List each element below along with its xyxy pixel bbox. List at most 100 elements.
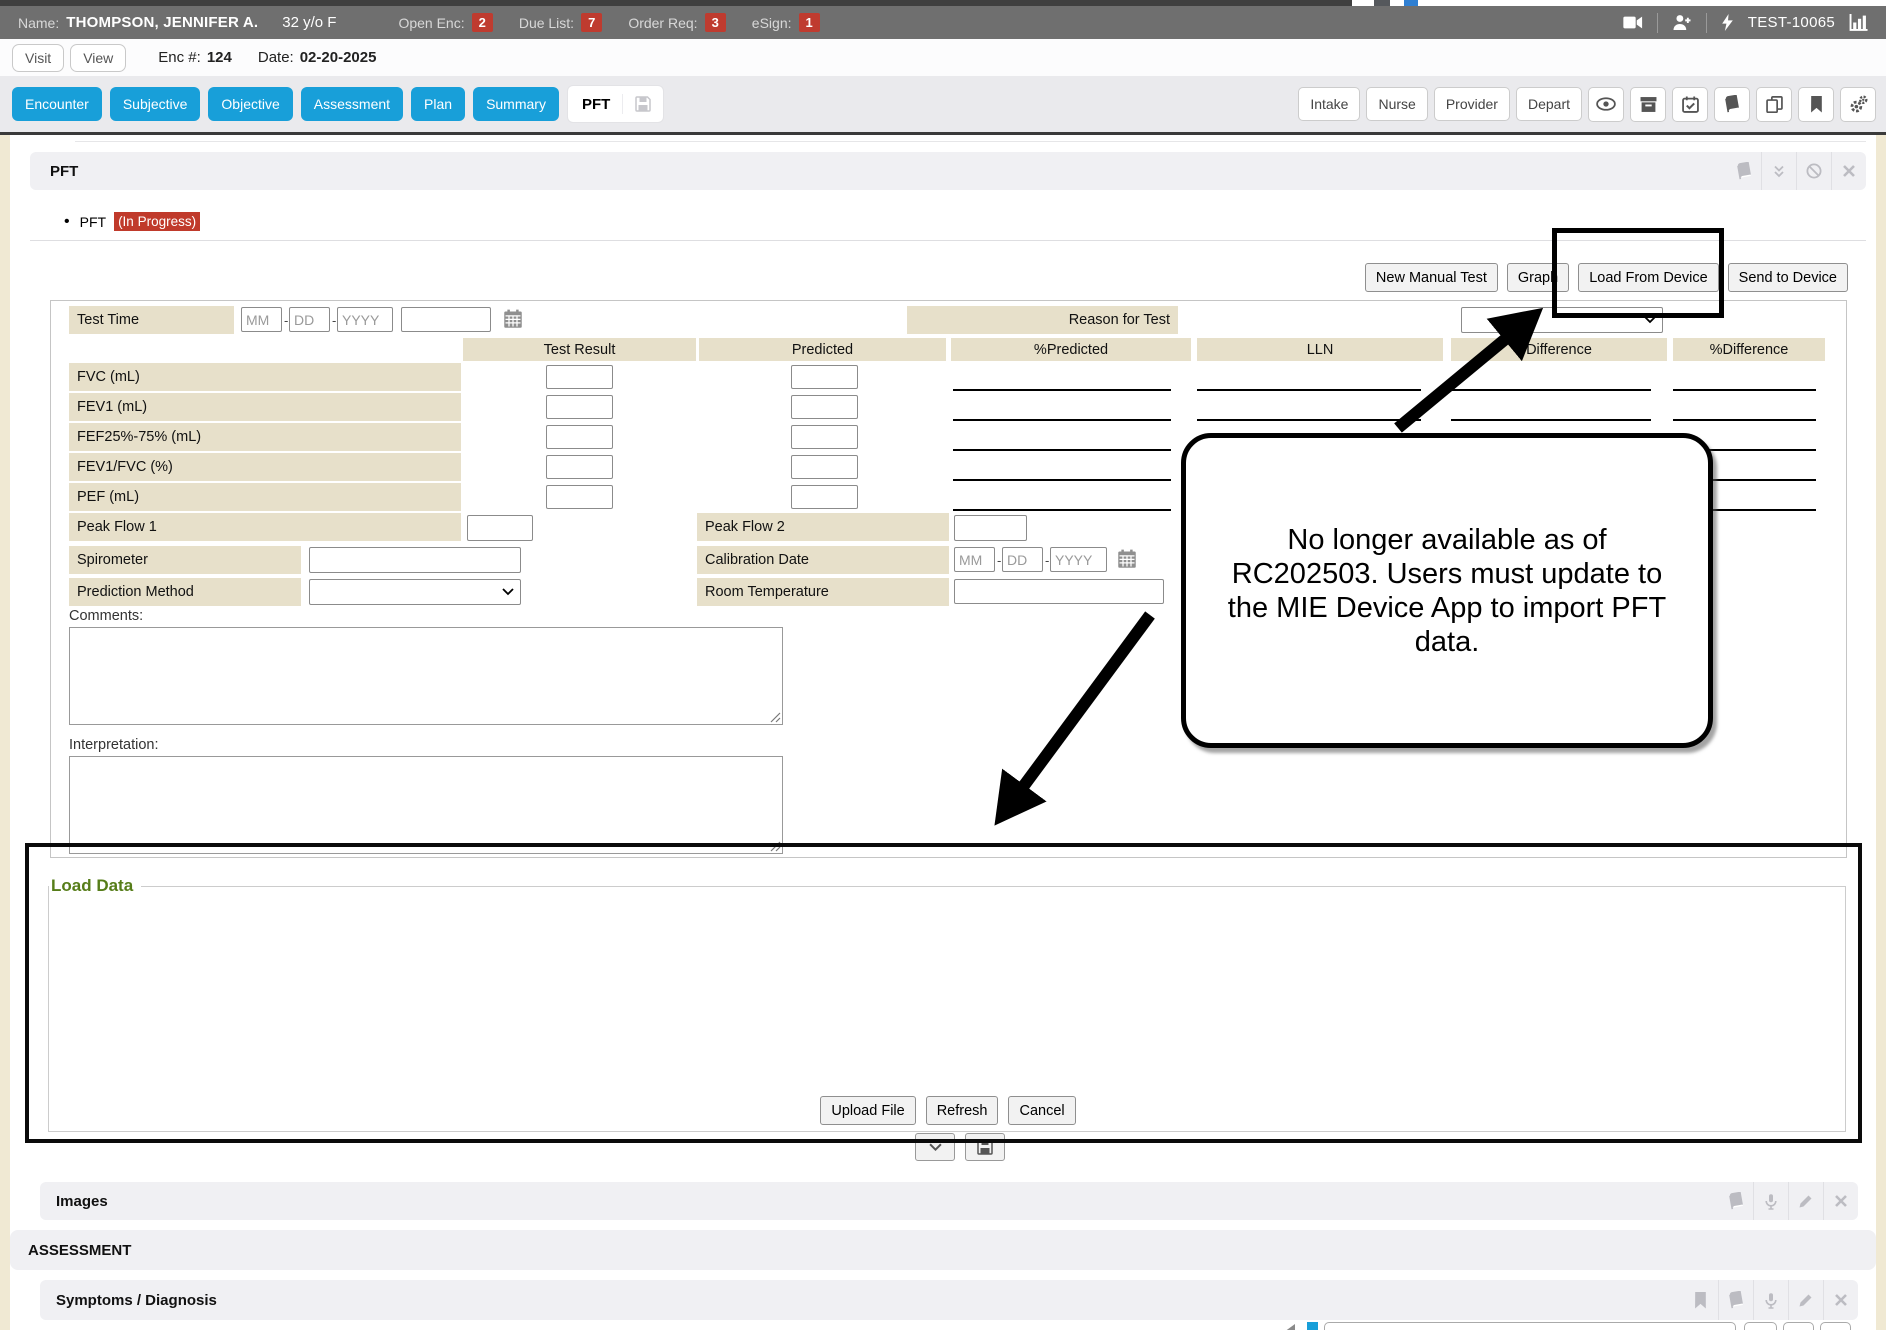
- comments-label: Comments:: [69, 608, 143, 624]
- depart-button[interactable]: Depart: [1516, 87, 1582, 121]
- archive-icon[interactable]: [1630, 87, 1666, 122]
- fef-predicted-input[interactable]: [791, 425, 858, 449]
- provider-button[interactable]: Provider: [1434, 87, 1510, 121]
- esign-group[interactable]: eSign: 1: [752, 13, 820, 32]
- date-dash: -: [332, 313, 336, 328]
- comments-textarea[interactable]: [69, 627, 783, 725]
- open-enc-badge[interactable]: 2: [472, 13, 493, 32]
- fef-test-result-input[interactable]: [546, 425, 613, 449]
- room-temperature-input[interactable]: [954, 579, 1164, 604]
- col-predicted: Predicted: [699, 338, 946, 361]
- scroll-left-arrow[interactable]: [1284, 1324, 1295, 1330]
- add-button[interactable]: +: [1744, 1322, 1777, 1330]
- peak-flow-1-input[interactable]: [467, 515, 533, 541]
- test-time-dd-input[interactable]: [289, 307, 330, 332]
- fvc-test-result-input[interactable]: [546, 365, 613, 389]
- save-tab-icon[interactable]: [622, 94, 663, 114]
- bookmark-icon[interactable]: [1683, 1280, 1718, 1320]
- close-icon[interactable]: [1823, 1280, 1858, 1320]
- bullet-icon: •: [64, 213, 70, 231]
- tab-assessment[interactable]: Assessment: [301, 87, 403, 121]
- microphone-icon[interactable]: [1753, 1280, 1788, 1320]
- calendar-icon[interactable]: [503, 309, 523, 329]
- encounter-tab-row: Encounter Subjective Objective Assessmen…: [0, 76, 1886, 132]
- due-list-badge[interactable]: 7: [581, 13, 602, 32]
- tab-encounter[interactable]: Encounter: [12, 87, 102, 121]
- esign-badge[interactable]: 1: [799, 13, 820, 32]
- spirometer-input[interactable]: [309, 547, 521, 573]
- view-button[interactable]: View: [70, 44, 126, 72]
- test-time-mm-input[interactable]: [241, 307, 282, 332]
- order-req-badge[interactable]: 3: [705, 13, 726, 32]
- diagnosis-search[interactable]: [1324, 1322, 1736, 1330]
- close-icon[interactable]: [1823, 1182, 1858, 1220]
- due-list-group[interactable]: Due List: 7: [519, 13, 602, 32]
- pft-encounter-page: Name: THOMPSON, JENNIFER A. 32 y/o F Ope…: [0, 0, 1886, 1330]
- peak-flow-2-input[interactable]: [954, 515, 1027, 541]
- toolbar-divider: [0, 132, 1886, 135]
- annotation-rect-load-from-device: [1552, 228, 1724, 318]
- tab-summary[interactable]: Summary: [473, 87, 559, 121]
- microphone-icon[interactable]: [1753, 1182, 1788, 1220]
- pencil-icon[interactable]: [1788, 1182, 1823, 1220]
- close-icon[interactable]: [1831, 152, 1866, 190]
- interpretation-textarea[interactable]: [69, 756, 783, 854]
- pef-predicted-input[interactable]: [791, 485, 858, 509]
- book-icon[interactable]: [1726, 152, 1761, 190]
- open-enc-group[interactable]: Open Enc: 2: [398, 13, 492, 32]
- test-time-yyyy-input[interactable]: [337, 307, 393, 332]
- collapse-up-button[interactable]: ^: [1820, 1322, 1851, 1330]
- visit-button[interactable]: Visit: [12, 44, 64, 72]
- double-chevron-down-icon[interactable]: [1761, 152, 1796, 190]
- book-icon[interactable]: [1718, 1182, 1753, 1220]
- chart-icon[interactable]: [1849, 14, 1868, 31]
- book-icon[interactable]: [1714, 87, 1750, 122]
- fev1-predicted-input[interactable]: [791, 395, 858, 419]
- lightning-icon[interactable]: [1721, 14, 1734, 31]
- send-to-device-button[interactable]: Send to Device: [1728, 263, 1848, 292]
- pef-test-result-input[interactable]: [546, 485, 613, 509]
- eye-icon[interactable]: [1588, 87, 1624, 122]
- pft-status-label[interactable]: PFT: [80, 214, 106, 230]
- prediction-method-select[interactable]: [309, 579, 521, 605]
- tab-pft-label: PFT: [582, 96, 610, 113]
- calendar-icon[interactable]: [1117, 549, 1137, 569]
- pft-panel-title: PFT: [50, 163, 78, 180]
- tab-plan[interactable]: Plan: [411, 87, 465, 121]
- tab-subjective[interactable]: Subjective: [110, 87, 201, 121]
- reason-for-test-label: Reason for Test: [907, 306, 1178, 334]
- person-add-icon[interactable]: [1672, 14, 1692, 31]
- fev1-test-result-input[interactable]: [546, 395, 613, 419]
- pef-pct-predicted-line: [953, 509, 1171, 511]
- slash-circle-icon[interactable]: [1796, 152, 1831, 190]
- pencil-icon[interactable]: [1788, 1280, 1823, 1320]
- fvc-predicted-input[interactable]: [791, 365, 858, 389]
- video-icon[interactable]: [1623, 15, 1643, 30]
- calibration-mm-input[interactable]: [954, 547, 995, 572]
- tab-pft-active[interactable]: PFT: [567, 85, 664, 123]
- new-manual-test-button[interactable]: New Manual Test: [1365, 263, 1498, 292]
- fev1fvc-predicted-input[interactable]: [791, 455, 858, 479]
- resize-grip-icon[interactable]: [769, 711, 781, 723]
- test-time-time-input[interactable]: [401, 307, 491, 332]
- gears-icon[interactable]: [1840, 87, 1876, 122]
- calibration-yyyy-input[interactable]: [1050, 547, 1107, 572]
- nurse-button[interactable]: Nurse: [1366, 87, 1427, 121]
- intake-button[interactable]: Intake: [1298, 87, 1360, 121]
- calibration-dd-input[interactable]: [1002, 547, 1043, 572]
- divider: [1657, 13, 1658, 33]
- fev1fvc-test-result-input[interactable]: [546, 455, 613, 479]
- fev1-pct-difference-line: [1673, 419, 1816, 421]
- book-icon[interactable]: [1718, 1280, 1753, 1320]
- clear-button[interactable]: ✕: [1783, 1322, 1814, 1330]
- fev1fvc-pct-predicted-line: [953, 479, 1171, 481]
- spirometer-label: Spirometer: [69, 546, 301, 574]
- row-label-fev1fvc: FEV1/FVC (%): [69, 453, 461, 481]
- symptoms-title: Symptoms / Diagnosis: [56, 1292, 217, 1309]
- copy-icon[interactable]: [1756, 87, 1792, 122]
- fev1-difference-line: [1451, 419, 1651, 421]
- tab-objective[interactable]: Objective: [208, 87, 292, 121]
- calendar-check-icon[interactable]: [1672, 87, 1708, 122]
- order-req-group[interactable]: Order Req: 3: [628, 13, 725, 32]
- bookmark-icon[interactable]: [1798, 87, 1834, 122]
